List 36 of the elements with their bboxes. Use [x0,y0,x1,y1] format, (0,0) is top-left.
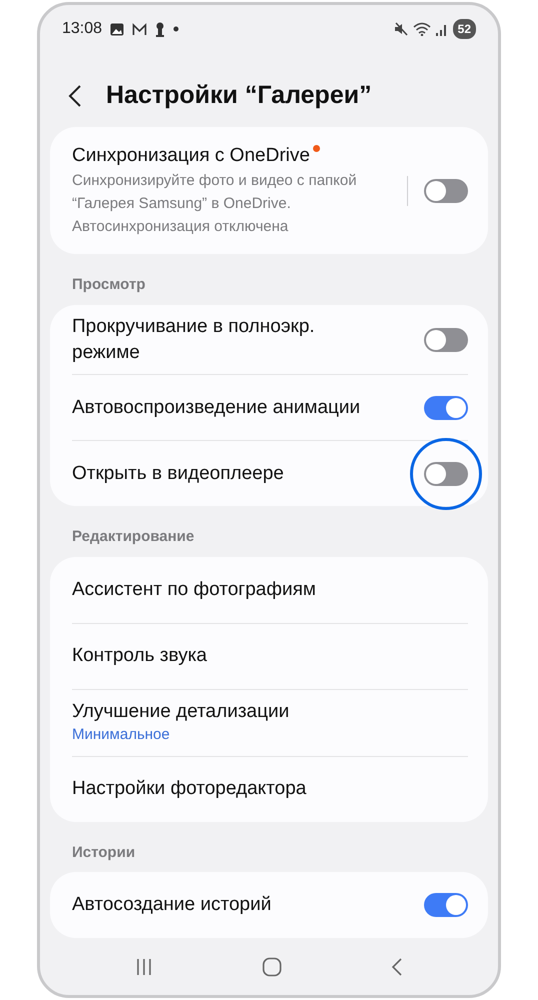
toggle-switch[interactable] [424,462,468,486]
setting-title: Ассистент по фотографиям [72,578,316,602]
toggle-switch[interactable] [424,396,468,420]
recent-apps-icon[interactable] [134,958,153,976]
settings-row[interactable]: Улучшение детализации Минимальное [72,688,468,756]
setting-value: Минимальное [72,725,171,746]
setting-title: Прокручивание в полноэкр. режиме [72,314,316,365]
settings-row[interactable]: Контроль звука [72,622,468,689]
signal-icon [434,22,449,36]
toggle-switch[interactable] [424,178,468,203]
setting-title: Автосоздание историй [72,893,272,918]
keyhole-icon [155,22,166,36]
section-header: Просмотр [71,275,146,296]
battery-level: 52 [452,19,476,39]
dot-icon [173,26,180,32]
mute-icon [392,22,409,36]
setting-title: Улучшение детализации [72,700,290,724]
toggle-switch[interactable] [424,328,468,352]
wifi-icon [412,22,431,36]
settings-row[interactable]: Настройки фоторедактора [72,756,468,822]
section-header: Истории [71,842,136,863]
home-icon[interactable] [262,957,282,977]
back-icon[interactable] [68,84,82,108]
image-icon [110,22,124,36]
setting-title: Автовоспроизведение анимации [72,396,360,420]
setting-description: Синхронизируйте фото и видео с папкой “Галерея Samsung” в OneDrive. Автосинхронизация отключена [72,170,358,238]
section-header: Редактирование [71,527,196,548]
toggle-switch[interactable] [424,893,468,918]
setting-title: Контроль звука [72,644,207,668]
mail-icon [132,22,148,36]
setting-title: Настройки фоторедактора [72,777,306,802]
setting-title: Синхронизация с OneDrive [72,144,310,168]
page-title: Настройки “Галереи” [106,80,372,112]
settings-row[interactable]: Ассистент по фотографиям [72,556,468,623]
setting-title: Открыть в видеоплеере [72,462,284,486]
status-time: 13:08 [62,19,102,39]
